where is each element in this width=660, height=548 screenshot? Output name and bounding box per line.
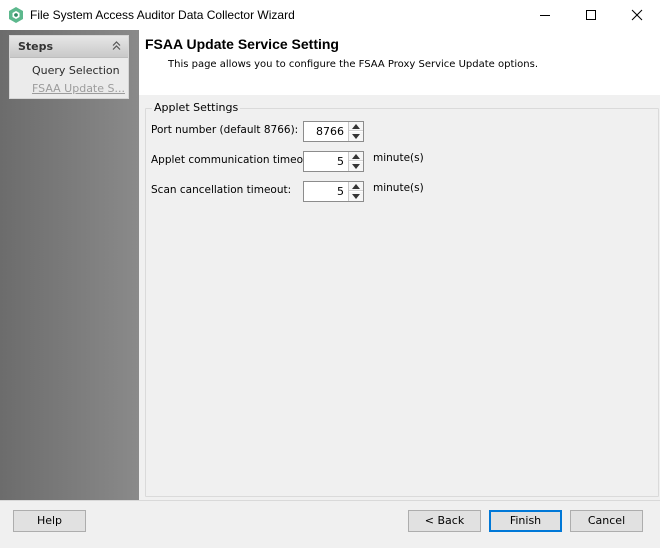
applet-settings-group: Applet Settings Port number (default 876… [145,101,659,497]
steps-header[interactable]: Steps [10,36,128,58]
back-button[interactable]: < Back [408,510,481,532]
steps-title: Steps [18,40,54,53]
spin-down-button[interactable] [349,132,363,141]
port-number-stepper[interactable]: 8766 [303,121,364,142]
arrow-up-icon [352,154,360,159]
finish-button[interactable]: Finish [489,510,562,532]
arrow-up-icon [352,184,360,189]
spin-up-button[interactable] [349,182,363,191]
close-icon [631,9,643,21]
maximize-button[interactable] [568,0,614,30]
page-title: FSAA Update Service Setting [145,36,339,52]
applet-timeout-value[interactable]: 5 [337,155,344,168]
scan-cancel-timeout-unit: minute(s) [373,182,424,194]
minimize-icon [540,15,550,16]
settings-area: Applet Settings Port number (default 876… [139,95,660,500]
spin-up-button[interactable] [349,122,363,131]
maximize-icon [586,10,596,20]
applet-timeout-unit: minute(s) [373,152,424,164]
title-bar: File System Access Auditor Data Collecto… [0,0,660,30]
content-panel: FSAA Update Service Setting This page al… [139,30,660,500]
port-number-label: Port number (default 8766): [151,124,299,136]
step-fsaa-update-service[interactable]: FSAA Update S... [32,82,125,95]
group-label: Applet Settings [152,101,241,114]
sidebar: Steps Query Selection FSAA Update S... [0,30,139,500]
cancel-button[interactable]: Cancel [570,510,643,532]
scan-cancel-timeout-value[interactable]: 5 [337,185,344,198]
help-button[interactable]: Help [13,510,86,532]
spin-down-button[interactable] [349,192,363,201]
arrow-down-icon [352,164,360,169]
arrow-up-icon [352,124,360,129]
applet-timeout-stepper[interactable]: 5 [303,151,364,172]
spin-down-button[interactable] [349,162,363,171]
close-button[interactable] [614,0,660,30]
minimize-button[interactable] [522,0,568,30]
double-chevron-up-icon[interactable] [112,41,121,51]
applet-timeout-label: Applet communication timeout: [151,154,318,166]
app-logo-icon [9,7,23,23]
scan-cancel-timeout-label: Scan cancellation timeout: [151,184,292,196]
spin-up-button[interactable] [349,152,363,161]
arrow-down-icon [352,194,360,199]
port-number-value[interactable]: 8766 [316,125,344,138]
step-query-selection[interactable]: Query Selection [32,64,120,77]
window-title: File System Access Auditor Data Collecto… [30,8,295,22]
page-description: This page allows you to configure the FS… [168,59,539,70]
footer-bar: Help < Back Finish Cancel [0,500,660,548]
scan-cancel-timeout-stepper[interactable]: 5 [303,181,364,202]
arrow-down-icon [352,134,360,139]
steps-panel: Steps Query Selection FSAA Update S... [9,35,129,99]
